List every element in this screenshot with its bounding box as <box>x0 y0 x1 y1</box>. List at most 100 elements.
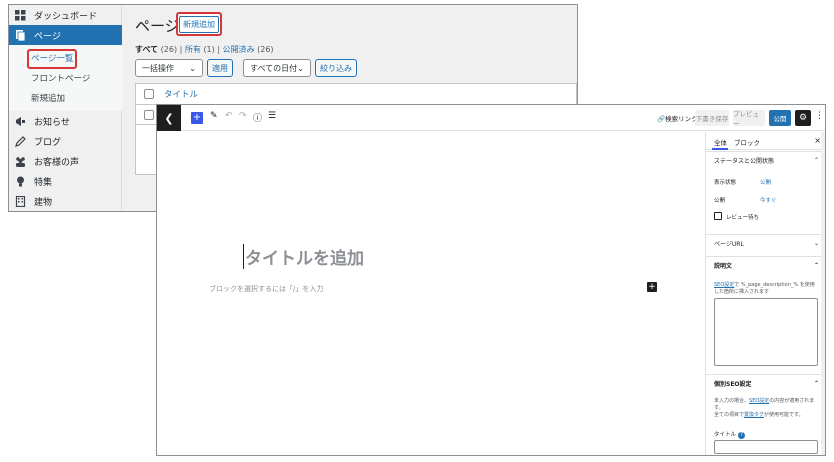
settings-sidebar: 全体 ブロック × ステータスと公開状態 ⌃ 表示状態 公開 公開 今すぐ レビ… <box>705 132 825 455</box>
lightbulb-icon <box>15 176 26 187</box>
block-inserter-button[interactable]: + <box>191 112 203 124</box>
preview-link[interactable]: 🔗検索リンク <box>657 113 698 123</box>
help-icon[interactable]: ? <box>738 432 746 439</box>
pages-icon <box>15 29 26 41</box>
pending-review-label: レビュー待ち <box>726 215 760 221</box>
more-options-icon[interactable]: ⋮ <box>815 111 824 121</box>
sidebar-sub-add-new[interactable]: 新規追加 <box>9 89 122 107</box>
status-panel-header[interactable]: ステータスと公開状態 ⌃ <box>706 151 825 169</box>
seo-title-input[interactable] <box>714 440 818 454</box>
filter-separator: | <box>217 45 221 54</box>
visibility-value[interactable]: 公開 <box>760 178 771 186</box>
seo-help: 未入力の場合、SEO設定の内容が適用されます。 全ての項目で置換タグが使用可能で… <box>714 398 819 419</box>
bulk-action-select[interactable]: 一括操作 ⌄ <box>135 59 203 77</box>
add-new-button[interactable]: 新規追加 <box>179 15 219 33</box>
seo-settings-link[interactable]: SEO設定 <box>714 282 734 288</box>
title-input[interactable]: タイトルを追加 <box>243 244 364 269</box>
block-editor-window: ❮ + ✎ ↶ ↷ ⓘ ☰ 🔗検索リンク 下書き保存 プレビュー 公開 ⚙ ⋮ … <box>156 104 826 456</box>
info-icon[interactable]: ⓘ <box>253 111 262 124</box>
chevron-up-icon: ⌃ <box>813 262 819 269</box>
sidebar-item-label: お客様の声 <box>34 157 80 168</box>
tab-block[interactable]: ブロック <box>734 137 760 147</box>
active-tab-indicator <box>712 148 728 150</box>
sidebar-item-voice[interactable]: お客様の声 <box>9 151 122 171</box>
visibility-label: 表示状態 <box>714 180 737 186</box>
sidebar-item-feature[interactable]: 特集 <box>9 171 122 191</box>
undo-icon[interactable]: ↶ <box>225 111 233 121</box>
sidebar-item-pages[interactable]: ページ <box>9 25 122 45</box>
description-panel-header[interactable]: 説明文 ⌃ <box>706 256 825 274</box>
filter-count: (26) <box>257 45 274 54</box>
pending-review-checkbox[interactable] <box>714 212 722 220</box>
select-all-checkbox[interactable] <box>144 89 154 99</box>
chevron-left-icon: ❮ <box>164 111 174 125</box>
publish-value[interactable]: 今すぐ <box>760 196 777 204</box>
sidebar-item-label: ブログ <box>34 137 62 148</box>
sidebar-sub-label: 新規追加 <box>31 94 66 104</box>
pencil-tool-icon[interactable]: ✎ <box>210 111 218 121</box>
link-icon: 🔗 <box>657 115 666 123</box>
settings-button[interactable]: ⚙ <box>795 110 811 126</box>
editor-toolbar: ❮ + ✎ ↶ ↷ ⓘ ☰ 🔗検索リンク 下書き保存 プレビュー 公開 ⚙ ⋮ <box>157 105 825 131</box>
sidebar-item-news[interactable]: お知らせ <box>9 111 122 131</box>
chevron-up-icon: ⌃ <box>813 157 819 164</box>
add-new-highlight: 新規追加 <box>176 12 222 36</box>
sidebar-sub-label: フロントページ <box>31 74 91 84</box>
sidebar-item-label: お知らせ <box>34 117 70 128</box>
seo-help-text: 全ての項目で <box>714 412 745 418</box>
add-block-button[interactable]: + <box>647 282 657 292</box>
scrollbar[interactable] <box>821 132 825 455</box>
redo-icon[interactable]: ↷ <box>239 111 247 121</box>
seo-title-text: タイトル <box>714 432 737 438</box>
date-filter-select[interactable]: すべての日付 ⌄ <box>243 59 311 77</box>
replace-tags-link[interactable]: 置換タグ <box>744 412 764 418</box>
filter-mine[interactable]: 所有 <box>185 45 201 54</box>
filter-published[interactable]: 公開済み <box>223 45 255 54</box>
seo-panel-header[interactable]: 個別SEO設定 ⌃ <box>706 374 825 392</box>
preview-button[interactable]: プレビュー <box>733 110 765 128</box>
sidebar-item-building[interactable]: 建物 <box>9 191 122 211</box>
sidebar-item-blog[interactable]: ブログ <box>9 131 122 151</box>
panel-title: ステータスと公開状態 <box>714 158 775 165</box>
seo-title-label: タイトル? <box>714 430 746 439</box>
description-textarea[interactable] <box>714 298 818 366</box>
editor-canvas: タイトルを追加 ブロックを選択するには「/」を入力 + <box>157 132 705 455</box>
row-checkbox[interactable] <box>144 109 154 120</box>
panel-title: 説明文 <box>714 263 733 270</box>
pencil-icon <box>15 135 26 147</box>
filter-all[interactable]: すべて <box>135 45 158 54</box>
gear-icon: ⚙ <box>798 113 808 123</box>
chevron-down-icon: ⌄ <box>297 63 304 73</box>
list-view-icon[interactable]: ☰ <box>268 111 276 121</box>
filter-count: (1) <box>203 45 215 54</box>
dashboard-icon <box>15 9 26 21</box>
sidebar-sub-front-page[interactable]: フロントページ <box>9 69 122 87</box>
plus-icon: + <box>192 112 202 123</box>
publish-button[interactable]: 公開 <box>769 110 791 126</box>
seo-help-text: 未入力の場合、 <box>714 398 750 404</box>
seo-settings-link[interactable]: SEO設定 <box>749 398 769 404</box>
filter-count: (26) <box>160 45 178 54</box>
users-icon <box>15 156 26 167</box>
apply-button[interactable]: 適用 <box>207 59 233 77</box>
save-draft-button[interactable]: 下書き保存 <box>695 110 729 126</box>
sidebar-item-label: 建物 <box>34 197 53 208</box>
page-url-panel-header[interactable]: ページURL ⌄ <box>706 234 825 252</box>
sidebar-item-label: ページ <box>34 31 61 42</box>
chevron-down-icon: ⌄ <box>189 63 196 73</box>
building-icon <box>15 195 26 207</box>
bulk-action-value: 一括操作 <box>142 63 174 73</box>
column-title[interactable]: タイトル <box>164 88 198 100</box>
date-filter-value: すべての日付 <box>250 63 298 73</box>
block-placeholder[interactable]: ブロックを選択するには「/」を入力 <box>209 284 323 294</box>
plus-icon: + <box>648 282 656 292</box>
description-help: SEO設定で %_page_description_% を使用した箇所に挿入され… <box>714 282 819 296</box>
filter-button[interactable]: 絞り込み <box>315 59 357 77</box>
close-icon[interactable]: × <box>814 136 821 145</box>
status-filters: すべて (26) | 所有 (1) | 公開済み (26) <box>135 44 274 55</box>
back-button[interactable]: ❮ <box>157 105 181 131</box>
filter-separator: | <box>179 45 183 54</box>
tab-document[interactable]: 全体 <box>714 137 727 147</box>
chevron-up-icon: ⌃ <box>813 380 819 387</box>
sidebar-item-dashboard[interactable]: ダッシュボード <box>9 5 122 25</box>
